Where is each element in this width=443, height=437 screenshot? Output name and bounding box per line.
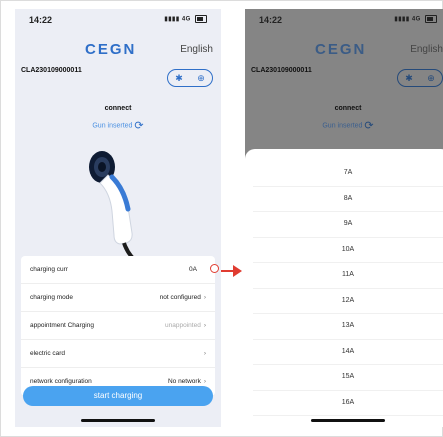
current-option[interactable]: 8A: [253, 187, 443, 212]
phone-current-picker-screen: 14:22 ▮▮▮▮ 4G CEGN English CLA2301090000…: [245, 9, 443, 427]
current-option[interactable]: 16A: [253, 391, 443, 416]
start-charging-button[interactable]: start charging: [23, 386, 213, 406]
current-option[interactable]: 15A: [253, 365, 443, 391]
setting-label: appointment Charging: [30, 322, 94, 329]
annotation-marker: [210, 264, 219, 273]
setting-label: charging mode: [30, 294, 73, 301]
phone-main-screen: 14:22 ▮▮▮▮ 4G CEGN English CLA2301090000…: [15, 9, 221, 427]
home-indicator: [311, 419, 385, 422]
network-type: 4G: [181, 16, 191, 23]
current-option[interactable]: 14A: [253, 340, 443, 365]
status-time: 14:22: [259, 15, 283, 25]
setting-value: not configured: [159, 294, 201, 301]
chevron-right-icon: ›: [203, 350, 206, 357]
status-bar: 14:22 ▮▮▮▮ 4G: [245, 9, 443, 29]
signal-indicator: ▮▮▮▮ 4G: [394, 15, 437, 23]
brand-logo: CEGN: [315, 41, 367, 58]
current-option[interactable]: 7A: [253, 161, 443, 187]
globe-icon[interactable]: ⊕: [197, 73, 205, 84]
chevron-right-icon: ›: [203, 322, 206, 329]
settings-card: charging curr 0A charging mode not confi…: [21, 256, 219, 396]
chevron-right-icon: ›: [203, 378, 206, 385]
battery-icon: [195, 15, 207, 23]
charging-plug-icon: [89, 151, 140, 263]
gun-status-text: Gun inserted: [92, 122, 133, 130]
settings-row-appointment[interactable]: appointment Charging unappointed ›: [21, 312, 215, 340]
status-time: 14:22: [29, 15, 53, 25]
current-picker-sheet: 7A 8A 9A 10A 11A 12A 13A 14A 15A 16A: [245, 149, 443, 427]
connection-state: connect: [334, 105, 362, 112]
brand-logo: CEGN: [85, 41, 137, 58]
setting-value-wrap: not configured ›: [160, 294, 206, 301]
battery-icon: [425, 15, 437, 23]
current-option[interactable]: 13A: [253, 314, 443, 340]
current-option[interactable]: 12A: [253, 289, 443, 314]
settings-row-charging-curr[interactable]: charging curr 0A: [21, 256, 219, 284]
language-selector[interactable]: English: [410, 44, 443, 55]
current-options-list: 7A 8A 9A 10A 11A 12A 13A 14A 15A 16A: [245, 161, 443, 416]
connection-pill[interactable]: ✱ ⊕: [167, 69, 213, 87]
current-option[interactable]: 10A: [253, 238, 443, 263]
settings-row-charging-mode[interactable]: charging mode not configured ›: [21, 284, 215, 312]
setting-label: network configuration: [30, 378, 92, 385]
chevron-right-icon: ›: [203, 294, 206, 301]
home-indicator: [81, 419, 155, 422]
settings-row-electric-card[interactable]: electric card ›: [21, 340, 215, 368]
setting-value: 0A: [189, 266, 197, 273]
refresh-icon[interactable]: ⟳: [364, 120, 373, 132]
setting-value-wrap: unappointed ›: [165, 322, 206, 329]
globe-icon[interactable]: ⊕: [427, 73, 435, 84]
connection-pill[interactable]: ✱ ⊕: [397, 69, 443, 87]
annotation-arrow-head: [233, 265, 242, 277]
gun-status-text: Gun inserted: [322, 122, 363, 130]
language-selector[interactable]: English: [180, 44, 213, 55]
refresh-icon[interactable]: ⟳: [134, 120, 143, 132]
setting-value: unappointed: [165, 322, 201, 329]
gun-status: Gun inserted ⟳: [245, 119, 443, 132]
setting-label: electric card: [30, 350, 66, 357]
setting-value-wrap: ›: [201, 350, 206, 357]
network-type: 4G: [411, 16, 421, 23]
status-bar: 14:22 ▮▮▮▮ 4G: [15, 9, 221, 29]
signal-bars-icon: ▮▮▮▮: [394, 16, 410, 23]
signal-indicator: ▮▮▮▮ 4G: [164, 15, 207, 23]
setting-value: No network: [167, 378, 201, 385]
gun-status: Gun inserted ⟳: [15, 119, 221, 132]
setting-value-wrap: No network ›: [168, 378, 206, 385]
device-id: CLA230109000011: [21, 67, 82, 74]
connection-state: connect: [104, 105, 132, 112]
setting-label: charging curr: [30, 266, 68, 273]
device-id: CLA230109000011: [251, 67, 312, 74]
bluetooth-icon[interactable]: ✱: [175, 73, 183, 84]
current-option[interactable]: 9A: [253, 212, 443, 238]
signal-bars-icon: ▮▮▮▮: [164, 16, 180, 23]
bluetooth-icon[interactable]: ✱: [405, 73, 413, 84]
current-option[interactable]: 11A: [253, 263, 443, 289]
